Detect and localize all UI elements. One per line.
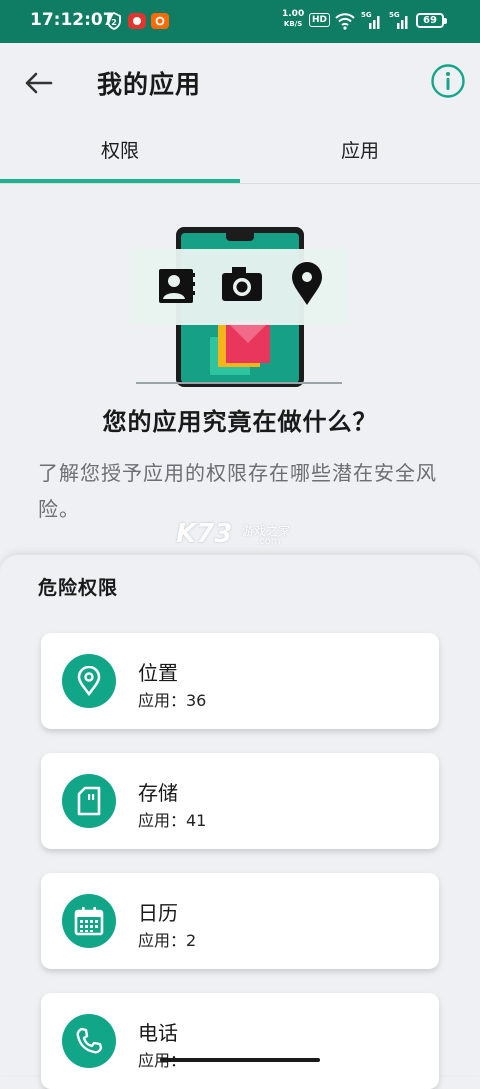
dangerous-permissions-sheet: 危险权限 位置 应用：36 存储 应用：41 日历 应用：2 电话	[0, 555, 480, 1089]
signal-bars-icon	[369, 16, 380, 29]
permission-card-storage[interactable]: 存储 应用：41	[41, 753, 439, 849]
permission-card-calendar[interactable]: 日历 应用：2	[41, 873, 439, 969]
permission-count: 应用：2	[138, 931, 197, 950]
hero-illustration	[130, 227, 350, 387]
net-speed-unit: KB/S	[283, 20, 303, 28]
tab-apps[interactable]: 应用	[240, 123, 480, 181]
net-speed-value: 1.00	[282, 9, 305, 19]
info-icon[interactable]	[430, 63, 466, 99]
calendar-icon	[62, 894, 116, 948]
contacts-icon	[159, 269, 195, 303]
permission-name: 日历	[138, 901, 178, 925]
shield-status-icon: 2	[107, 12, 121, 30]
status-time: 17:12:07	[30, 10, 115, 30]
permission-count: 应用：41	[138, 811, 207, 830]
battery-indicator: 69	[416, 13, 447, 28]
page-title: 我的应用	[97, 70, 202, 99]
permission-count: 应用：36	[138, 691, 207, 710]
hd-badge: HD	[309, 13, 331, 27]
app-notification-icon	[128, 13, 146, 29]
hero-heading: 您的应用究竟在做什么？	[102, 408, 378, 436]
permission-name: 电话	[138, 1021, 178, 1045]
app-bar: 我的应用	[0, 43, 480, 123]
signal-bars-icon	[397, 16, 408, 29]
shopping-app-icon	[151, 13, 169, 29]
tab-indicator	[0, 179, 240, 183]
net-speed: 1.00 KB/S	[282, 9, 304, 29]
section-title: 危险权限	[38, 577, 119, 599]
watermark-sub: .com	[256, 536, 281, 547]
tab-permissions[interactable]: 权限	[0, 123, 240, 181]
watermark-k73: K73	[176, 519, 233, 549]
location-icon	[62, 654, 116, 708]
back-button[interactable]	[18, 63, 58, 103]
tab-bar: 权限 应用	[0, 123, 480, 184]
sd-card-icon	[62, 774, 116, 828]
status-bar: 17:12:07 2 1.00 KB/S HD 5G 5G 69	[0, 0, 480, 43]
phone-icon	[62, 1014, 116, 1068]
watermark-logo: K73 游戏之家 .com	[176, 519, 306, 551]
hero-description: 了解您授予应用的权限存在哪些潜在安全风险。	[38, 461, 437, 521]
permission-name: 位置	[138, 661, 178, 685]
permission-name: 存储	[138, 781, 178, 805]
arrow-left-icon	[25, 72, 53, 94]
wifi-icon	[335, 13, 355, 30]
svg-text:2: 2	[111, 18, 117, 27]
permission-card-phone[interactable]: 电话 应用：	[41, 993, 439, 1089]
permission-card-location[interactable]: 位置 应用：36	[41, 633, 439, 729]
home-indicator[interactable]	[160, 1058, 320, 1062]
